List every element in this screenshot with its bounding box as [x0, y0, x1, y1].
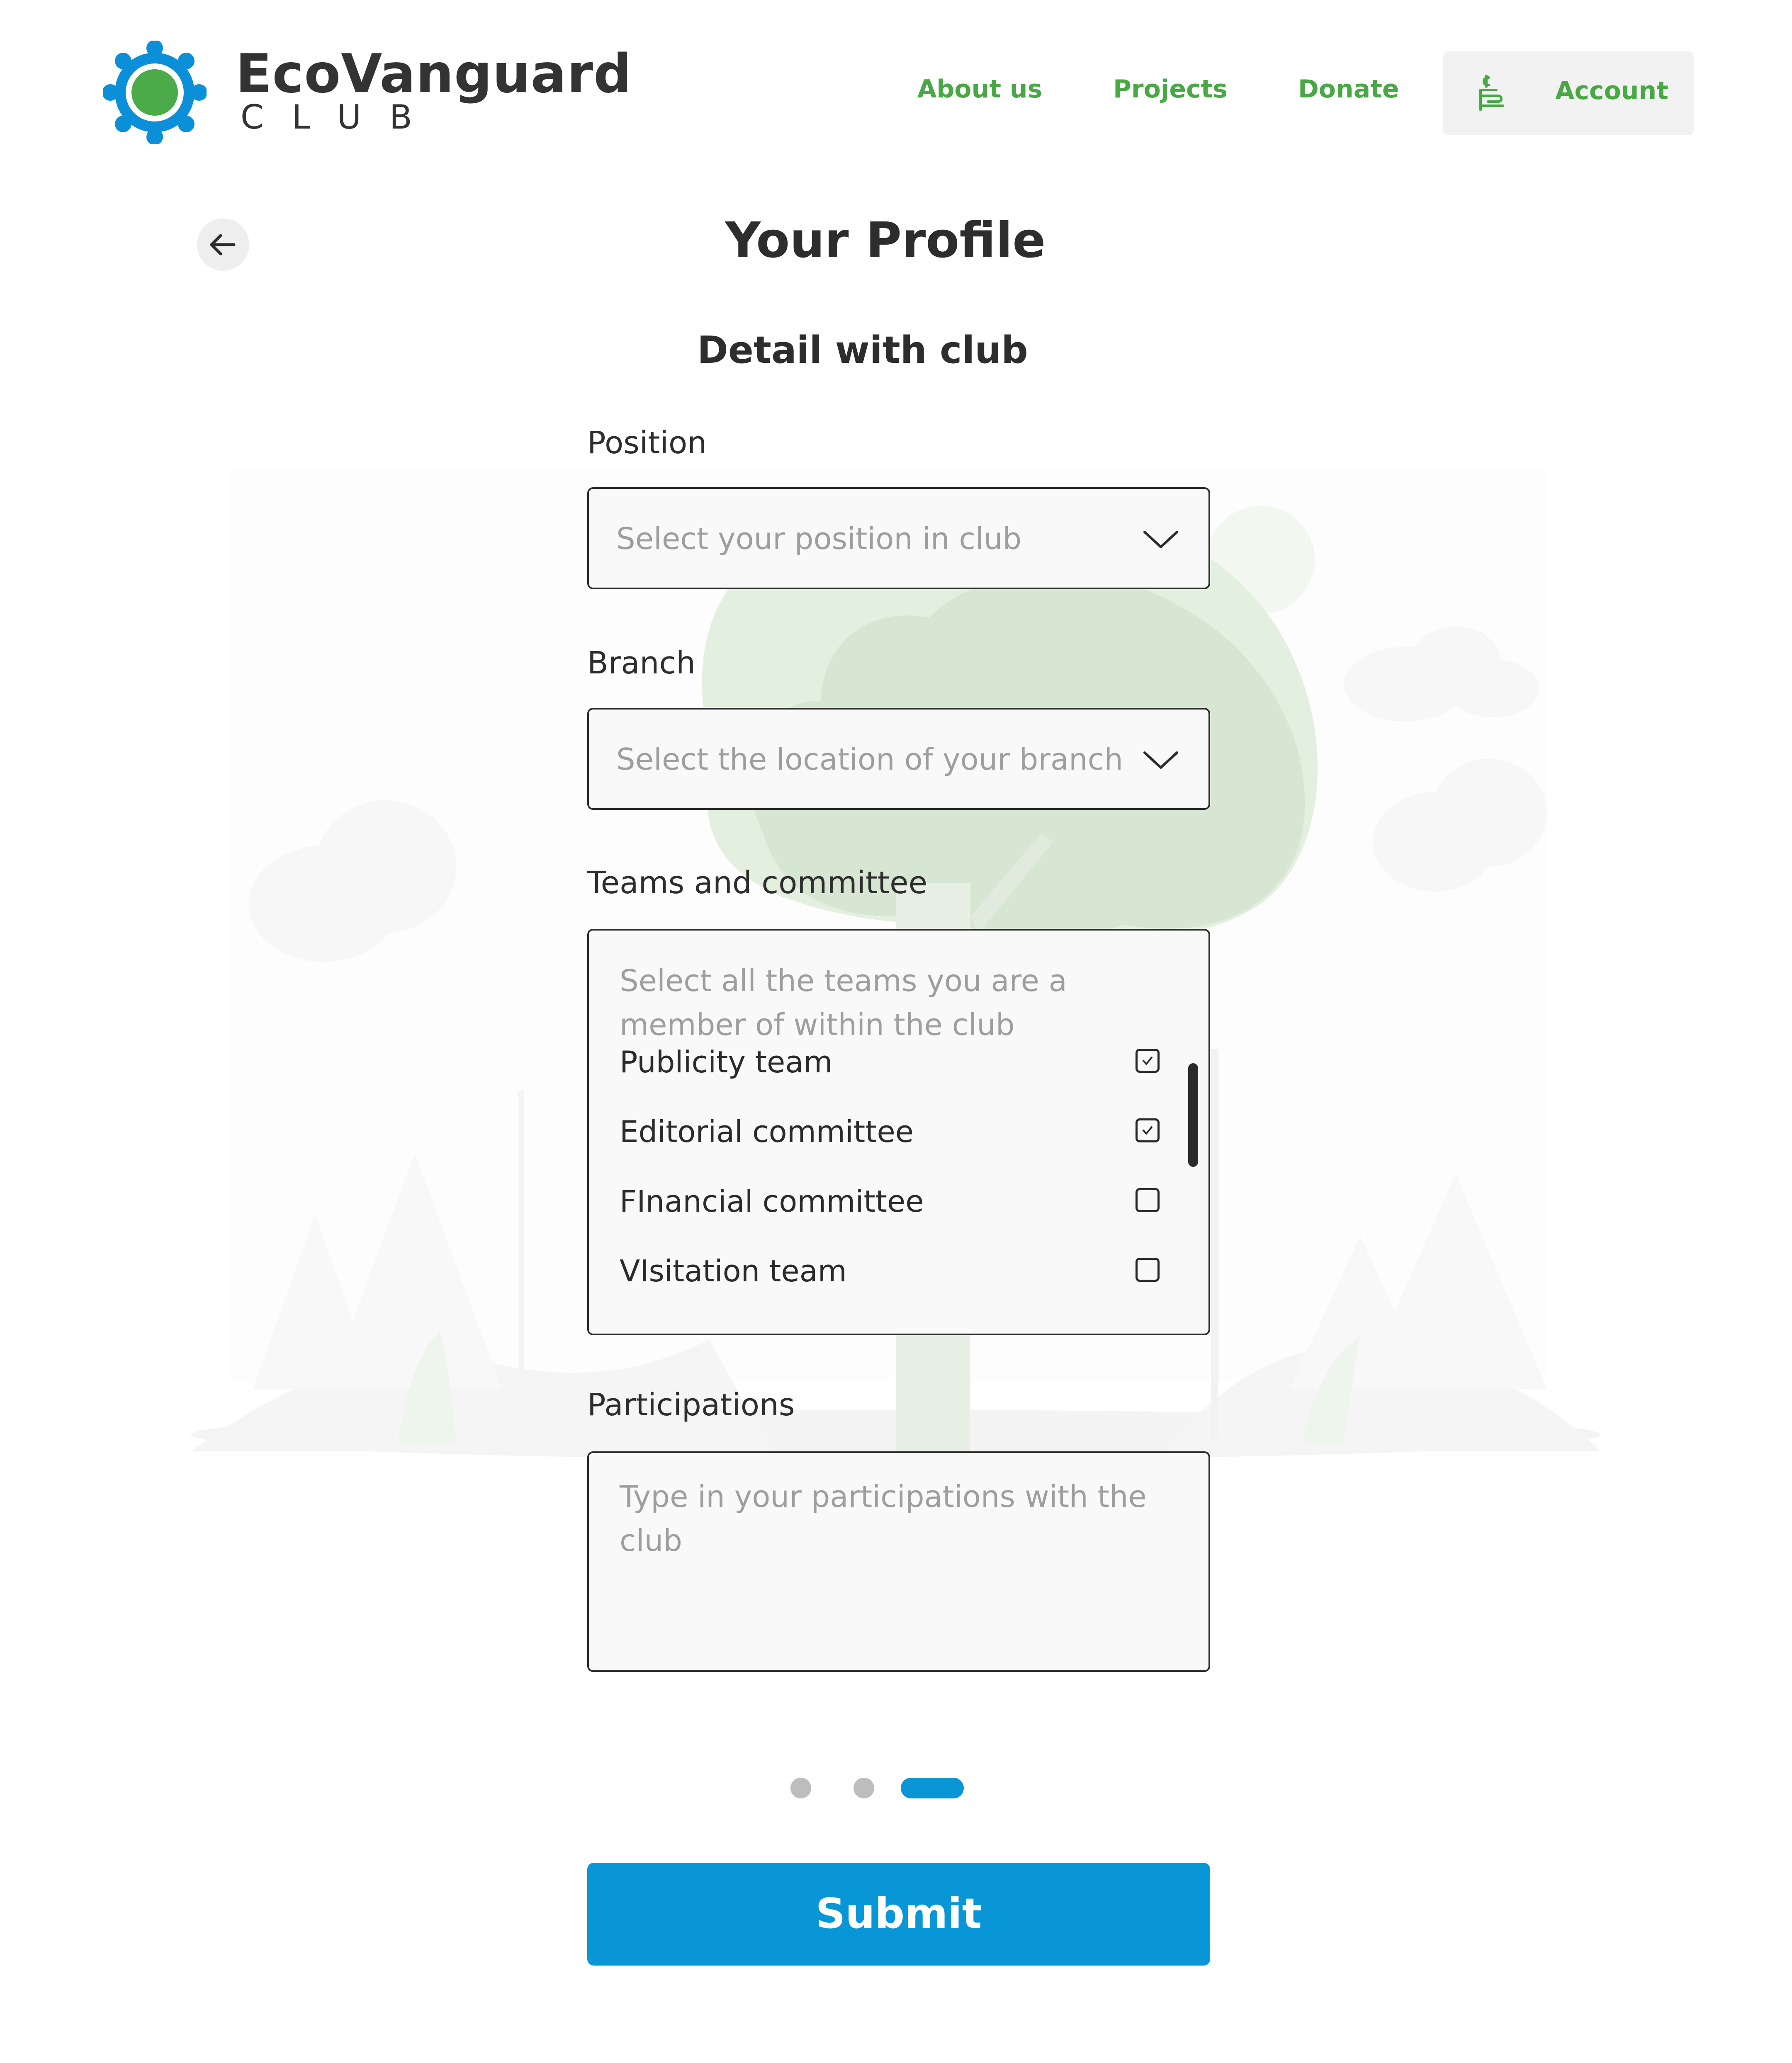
- submit-button[interactable]: Submit: [587, 1863, 1210, 1966]
- branch-label: Branch: [587, 645, 696, 681]
- participations-placeholder: Type in your participations with the clu…: [620, 1479, 1147, 1558]
- team-option-label: FInancial committee: [620, 1184, 924, 1219]
- step-indicator-1[interactable]: [790, 1778, 811, 1798]
- branch-placeholder: Select the location of your branch: [616, 742, 1123, 777]
- teams-multiselect[interactable]: Select all the teams you are a member of…: [587, 929, 1210, 1335]
- profile-page: EcoVanguard CLUB About us Projects Donat…: [0, 0, 1792, 2063]
- brand-name: EcoVanguard: [236, 43, 632, 105]
- team-checkbox[interactable]: [1136, 1258, 1160, 1282]
- submit-label: Submit: [815, 1889, 982, 1938]
- position-placeholder: Select your position in club: [616, 521, 1022, 556]
- teams-label: Teams and committee: [587, 865, 928, 901]
- participations-label: Participations: [587, 1387, 795, 1423]
- team-checkbox[interactable]: [1136, 1188, 1160, 1212]
- position-label: Position: [587, 425, 707, 461]
- team-option-label: Editorial committee: [620, 1114, 914, 1149]
- team-checkbox[interactable]: [1136, 1118, 1160, 1142]
- step-indicator-3-active[interactable]: [901, 1778, 964, 1798]
- nav-donate[interactable]: Donate: [1298, 75, 1399, 104]
- team-option-visitation[interactable]: VIsitation team: [589, 1254, 1170, 1303]
- teams-placeholder: Select all the teams you are a member of…: [620, 963, 1067, 1042]
- team-option-publicity[interactable]: Publicity team: [589, 1045, 1170, 1094]
- nav-projects[interactable]: Projects: [1113, 75, 1228, 104]
- team-checkbox[interactable]: [1136, 1049, 1160, 1073]
- gear-logo-icon: [103, 41, 207, 144]
- teams-scrollbar[interactable]: [1188, 1063, 1198, 1167]
- nav-about-us[interactable]: About us: [917, 75, 1042, 104]
- team-option-editorial[interactable]: Editorial committee: [589, 1114, 1170, 1164]
- chevron-down-icon: [1143, 751, 1178, 769]
- brand-subtitle: CLUB: [241, 98, 440, 136]
- hand-coin-icon: [1479, 75, 1504, 111]
- section-title: Detail with club: [697, 328, 1028, 372]
- page-title: Your Profile: [725, 211, 1046, 269]
- team-option-label: Publicity team: [620, 1045, 833, 1079]
- position-select[interactable]: Select your position in club: [587, 487, 1210, 589]
- branch-select[interactable]: Select the location of your branch: [587, 708, 1210, 810]
- team-option-label: VIsitation team: [620, 1254, 847, 1288]
- brand-logo[interactable]: EcoVanguard CLUB: [103, 41, 632, 148]
- participations-textarea[interactable]: Type in your participations with the clu…: [587, 1451, 1210, 1672]
- chevron-down-icon: [1143, 531, 1178, 548]
- checkmark-icon: [1143, 1057, 1153, 1065]
- account-label: Account: [1555, 76, 1668, 105]
- checkmark-icon: [1143, 1126, 1153, 1135]
- step-indicator-2[interactable]: [853, 1778, 874, 1798]
- team-option-financial[interactable]: FInancial committee: [589, 1184, 1170, 1234]
- account-button[interactable]: Account: [1443, 51, 1694, 135]
